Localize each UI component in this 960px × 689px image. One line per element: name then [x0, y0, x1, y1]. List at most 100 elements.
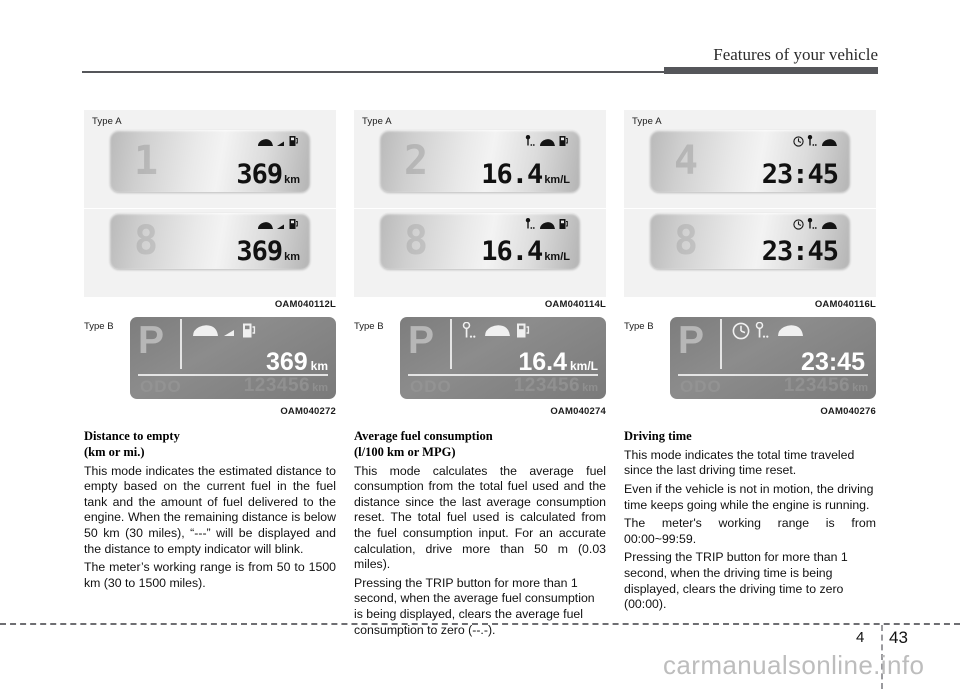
lcd-value-group-alt: 16.4 km/L [481, 238, 570, 265]
distance-to-empty-value: 369 [236, 159, 283, 190]
figure-type-a-primary: Type A 1 369 km [84, 110, 336, 208]
arrow-icon [224, 324, 237, 342]
odometer-unit: km [312, 382, 328, 394]
distance-pin-icon [807, 134, 818, 152]
body-paragraph: Even if the vehicle is not in motion, th… [624, 481, 874, 512]
lcd-value-group-alt: 23:45 [762, 238, 840, 265]
lcd-indicator-icons-alt [525, 217, 568, 235]
column-driving-time: Type A 4 23:45 8 23:45 OAM040116L Type B… [624, 110, 876, 613]
type-b-label: Type B [354, 321, 384, 332]
fuel-pump-icon [289, 134, 298, 152]
car-icon [777, 324, 804, 342]
section-heading-line-2: (km or mi.) [84, 444, 145, 459]
average-fuel-consumption-unit-type-b: km/L [569, 359, 598, 373]
lcd-b-value-group: 23:45 [801, 350, 868, 375]
trip-mode-ghost-digit-alt: 8 [404, 218, 428, 264]
figure-type-a-secondary: 8 23:45 [624, 209, 876, 297]
gear-indicator: P [678, 319, 705, 362]
lcd-b-value-group: 16.4 km/L [518, 350, 598, 375]
figure-type-b: Type B P 23:45 ODO 123456 km [624, 317, 876, 405]
car-icon [257, 134, 274, 152]
gear-indicator: P [138, 319, 165, 362]
gear-indicator: P [408, 319, 435, 362]
body-paragraph: This mode calculates the average fuel co… [354, 463, 606, 572]
figure-code-b: OAM040272 [280, 406, 336, 417]
distance-to-empty-unit-type-b: km [310, 359, 328, 373]
lcd-indicator-icons-type-b [192, 323, 256, 342]
lcd-display-type-a-alt: 8 23:45 [650, 213, 850, 269]
car-icon [539, 134, 556, 152]
car-icon [539, 217, 556, 235]
lcd-display-type-a: 1 369 km [110, 130, 310, 192]
body-text-block: Distance to empty (km or mi.) This mode … [84, 429, 336, 591]
trip-mode-ghost-digit: 1 [134, 138, 158, 184]
figure-code-b: OAM040274 [550, 406, 606, 417]
average-fuel-consumption-value: 16.4 [481, 159, 543, 190]
type-a-label: Type A [632, 116, 662, 127]
figure-code-a: OAM040116L [814, 299, 876, 310]
lcd-display-type-b: P 369 km ODO 123456 km [130, 317, 336, 399]
lcd-indicator-icons-type-b [462, 321, 530, 345]
trip-mode-ghost-digit-alt: 8 [674, 218, 698, 264]
lcd-value-group: 23:45 [762, 161, 840, 188]
odometer-value: 123456 [783, 375, 851, 396]
chapter-number: 4 [856, 629, 865, 646]
fuel-pump-icon [559, 217, 568, 235]
body-paragraph: This mode indicates the total time trave… [624, 447, 855, 478]
car-icon [192, 324, 219, 342]
type-a-label: Type A [362, 116, 392, 127]
arrow-icon [277, 217, 286, 235]
clock-icon [732, 322, 750, 345]
lcd-indicator-icons [525, 134, 568, 152]
car-icon [484, 324, 511, 342]
odometer-unit: km [852, 382, 868, 394]
distance-pin-icon [462, 321, 479, 345]
type-a-label: Type A [92, 116, 122, 127]
odometer-value: 123456 [513, 375, 581, 396]
lcd-value-group: 369 km [236, 161, 300, 188]
page-title: Features of your vehicle [713, 45, 878, 64]
figure-type-b: Type B P 369 km ODO 123456 km [84, 317, 336, 405]
section-heading-line-2: (l/100 km or MPG) [354, 444, 456, 459]
average-fuel-consumption-unit-alt: km/L [544, 251, 570, 263]
car-icon [257, 217, 274, 235]
type-b-label: Type B [624, 321, 654, 332]
lcd-indicator-icons [793, 134, 838, 152]
odometer-value-group: 123456 km [784, 376, 868, 395]
clock-icon [793, 217, 804, 235]
lcd-value-group-alt: 369 km [236, 238, 300, 265]
lcd-divider [450, 319, 452, 369]
body-text-block: Average fuel consumption (l/100 km or MP… [354, 429, 606, 638]
figure-type-a-secondary: 8 369 km [84, 209, 336, 297]
fuel-pump-icon [516, 322, 530, 344]
average-fuel-consumption-unit: km/L [544, 174, 570, 186]
lcd-value-group: 16.4 km/L [481, 161, 570, 188]
footer-divider [0, 623, 960, 625]
column-average-fuel-consumption: Type A 2 16.4 km/L 8 16.4 km/L OAM040114… [354, 110, 606, 638]
odometer-label: ODO [140, 377, 182, 396]
lcd-divider [180, 319, 182, 369]
lcd-b-value-group: 369 km [266, 350, 328, 375]
figure-code-b: OAM040276 [820, 406, 876, 417]
page-number: 43 [889, 628, 908, 647]
lcd-indicator-icons-type-b [732, 321, 804, 345]
page-header: Features of your vehicle [0, 0, 960, 80]
lcd-display-type-a: 4 23:45 [650, 130, 850, 192]
clock-icon [793, 134, 804, 152]
driving-time-value: 23:45 [761, 159, 839, 190]
column-distance-to-empty: Type A 1 369 km 8 369 km OAM040112L Type… [84, 110, 336, 591]
figure-type-b: Type B P 16.4 km/L ODO 123456 km [354, 317, 606, 405]
lcd-display-type-a-alt: 8 369 km [110, 213, 310, 269]
body-paragraph: Pressing the TRIP button for more than 1… [624, 550, 848, 612]
odometer-label: ODO [680, 377, 722, 396]
section-heading-line-1: Distance to empty [84, 429, 180, 443]
distance-to-empty-unit-alt: km [284, 251, 300, 263]
car-icon [821, 217, 838, 235]
distance-pin-icon [525, 217, 536, 235]
distance-to-empty-unit: km [284, 174, 300, 186]
trip-mode-ghost-digit: 4 [674, 138, 698, 184]
figure-code-a: OAM040112L [274, 299, 336, 310]
odometer-value: 123456 [243, 375, 311, 396]
average-fuel-consumption-value-type-b: 16.4 [518, 348, 567, 376]
trip-mode-ghost-digit-alt: 8 [134, 218, 158, 264]
